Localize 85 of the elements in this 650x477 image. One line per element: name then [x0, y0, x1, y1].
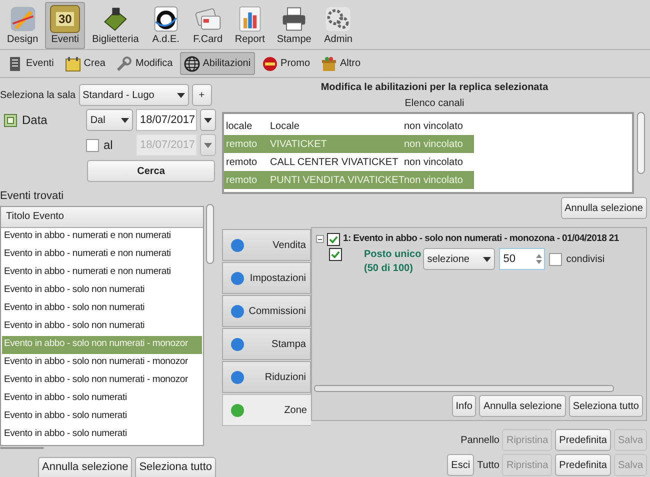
- events-label: Eventi trovati: [0, 189, 65, 204]
- from-date-field[interactable]: 18/07/2017: [136, 109, 197, 131]
- zone-count: (50 di 100): [364, 262, 414, 276]
- channel-row[interactable]: remoto CALL CENTER VIVATICKET non vincolato: [224, 153, 474, 171]
- caret-icon: [204, 142, 212, 148]
- toolbar-button[interactable]: 30 Eventi: [45, 2, 86, 49]
- mode-dropdown[interactable]: selezione: [423, 248, 496, 270]
- tools-icon: [116, 56, 132, 72]
- event-row[interactable]: Evento in abbo - numerati e non numerati: [2, 264, 202, 282]
- zone-name: Posto unico: [364, 248, 422, 262]
- sub-toolbar-button[interactable]: Abilitazioni: [180, 52, 255, 75]
- footer-button[interactable]: Predefinita: [555, 454, 611, 476]
- event-row[interactable]: Evento in abbo - numerati e non numerati: [2, 246, 202, 264]
- hall-dropdown[interactable]: Standard - Lugo: [78, 84, 189, 106]
- event-row[interactable]: Evento in abbo - solo numerati: [2, 426, 202, 444]
- caret-icon: [176, 92, 185, 98]
- shared-checkbox[interactable]: [549, 252, 562, 266]
- collapse-toggle[interactable]: [316, 235, 324, 244]
- caret-icon: [121, 118, 129, 122]
- sub-toolbar-button[interactable]: Promo: [258, 52, 314, 75]
- list-button[interactable]: Annulla selezione: [38, 456, 132, 477]
- toolbar-button[interactable]: Report: [230, 2, 270, 49]
- globe-icon: [184, 56, 200, 72]
- sub-toolbar-button[interactable]: Altro: [317, 52, 365, 75]
- clear-channels-button[interactable]: Annulla selezione: [560, 197, 647, 219]
- panel-title: Modifica le abilitazioni per la replica selezionata: [320, 81, 550, 95]
- sub-toolbar-button[interactable]: Crea: [60, 52, 110, 75]
- zone-checkbox[interactable]: [329, 248, 342, 262]
- calendar-day: 30: [56, 12, 74, 26]
- zone-action-button[interactable]: Seleziona tutto: [568, 395, 643, 417]
- channel-row[interactable]: locale Locale non vincolato: [224, 117, 474, 135]
- toolbar-button[interactable]: Biglietteria: [87, 2, 144, 49]
- event-row[interactable]: Evento in abbo - solo non numerati: [2, 282, 202, 300]
- sub-toolbar-button[interactable]: Eventi: [3, 52, 58, 75]
- calendar-icon: [64, 56, 81, 72]
- zone-action-button[interactable]: Info: [452, 395, 476, 417]
- quantity-spinbox[interactable]: 50: [499, 248, 546, 270]
- event-row[interactable]: Evento in abbo - solo non numerati: [2, 300, 202, 318]
- footer-label: Tutto: [477, 458, 500, 472]
- event-row[interactable]: Evento in abbo - solo numerati: [2, 408, 202, 426]
- document-icon: [7, 56, 23, 72]
- event-title: 1: Evento in abbo - solo non numerati - monozona - 01/04/2018 21: [343, 232, 619, 246]
- calendar-dropdown-button[interactable]: [200, 109, 216, 131]
- date-checkbox[interactable]: [4, 114, 17, 126]
- to-date-label: al: [103, 137, 113, 154]
- event-row[interactable]: Evento in abbo - solo non numerati - monozor: [2, 372, 202, 390]
- gift-box-icon: [321, 56, 337, 72]
- hall-label: Seleziona la sala: [0, 88, 76, 102]
- caret-icon: [204, 118, 212, 122]
- toolbar-button[interactable]: Design: [2, 2, 44, 49]
- caret-icon: [483, 256, 492, 262]
- side-tab[interactable]: Riduzioni: [222, 361, 311, 393]
- column-header: Titolo Evento: [1, 206, 203, 228]
- footer-label: Pannello: [460, 434, 500, 448]
- search-button[interactable]: Cerca: [87, 160, 215, 182]
- event-row[interactable]: Evento in abbo - solo non numerati: [2, 318, 202, 336]
- date-label: Data: [22, 112, 48, 129]
- toolbar-button[interactable]: Stampe: [272, 2, 316, 49]
- event-checkbox[interactable]: [327, 232, 340, 246]
- event-row[interactable]: Evento in abbo - solo non numerati - monozor: [2, 354, 202, 372]
- channels-label: Elenco canali: [404, 97, 466, 111]
- footer-button[interactable]: Predefinita: [555, 429, 611, 451]
- scrollbar[interactable]: [206, 204, 214, 264]
- date-mode-dropdown[interactable]: Dal: [86, 109, 133, 131]
- side-tab[interactable]: Commissioni: [222, 295, 311, 327]
- shared-label: condivisi: [566, 252, 605, 267]
- event-row[interactable]: Evento in abbo - numerati e non numerati: [2, 228, 202, 246]
- horizontal-scrollbar[interactable]: [0, 446, 44, 448]
- horizontal-scrollbar[interactable]: [314, 385, 614, 392]
- toolbar-button[interactable]: F.Card: [188, 2, 228, 49]
- add-button[interactable]: +: [192, 84, 212, 106]
- toolbar-button[interactable]: A.d.E.: [146, 2, 186, 49]
- event-row[interactable]: Evento in abbo - solo numerati: [2, 390, 202, 408]
- side-tab[interactable]: Zone: [222, 394, 311, 426]
- side-tab[interactable]: Impostazioni: [222, 262, 311, 294]
- sub-toolbar-button[interactable]: Modifica: [112, 52, 177, 75]
- spin-arrows-icon: [536, 253, 542, 266]
- side-tab[interactable]: Stampa: [222, 328, 311, 360]
- side-tab[interactable]: Vendita: [222, 229, 311, 261]
- exit-button[interactable]: Esci: [447, 454, 474, 476]
- list-button[interactable]: Seleziona tutto: [135, 456, 216, 477]
- zone-action-button[interactable]: Annulla selezione: [479, 395, 566, 417]
- to-date-checkbox[interactable]: [86, 138, 100, 152]
- toolbar-button[interactable]: Admin: [318, 2, 358, 49]
- scrollbar[interactable]: [637, 112, 645, 174]
